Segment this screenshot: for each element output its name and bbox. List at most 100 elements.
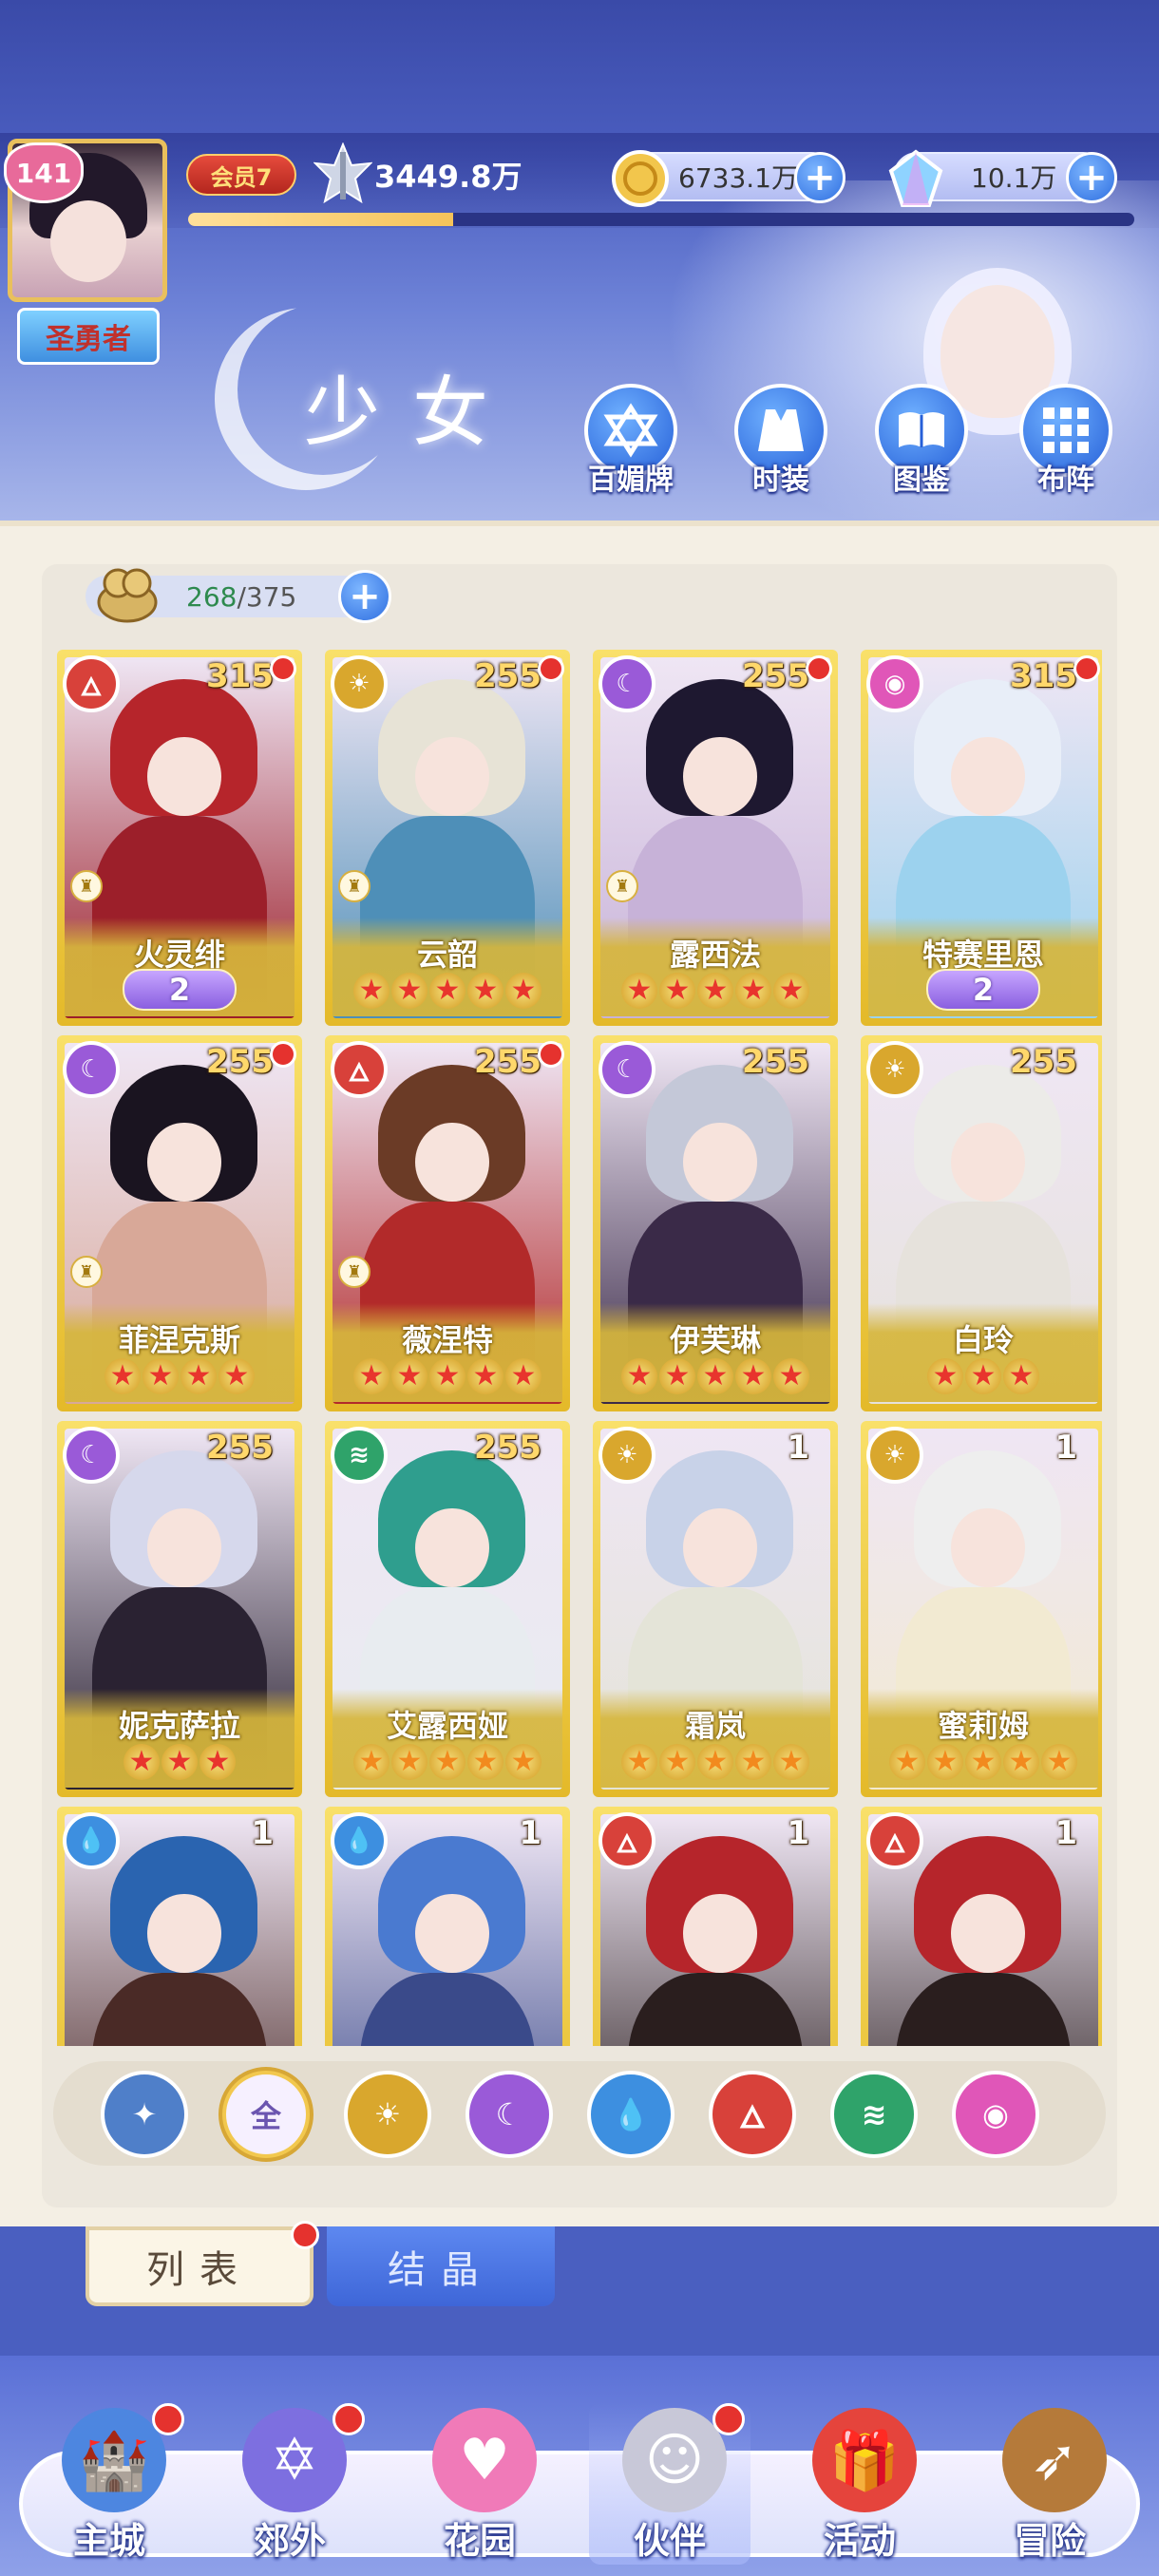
vip-badge[interactable]: 会员7 <box>186 154 296 196</box>
portrait-face <box>683 1893 757 1974</box>
character-level: 255 <box>474 1043 542 1081</box>
star-icon: ★ <box>773 1358 809 1394</box>
bottom-nav-portal[interactable]: ✡ 郊外 <box>209 2403 370 2565</box>
element-filter-bar: ✦ 全 ☀ ☾ 💧 🜂 ≋ ◉ <box>53 2061 1106 2166</box>
portrait-face <box>415 736 489 817</box>
partner-icon-glyph: ☺ <box>622 2408 727 2512</box>
portrait-body <box>896 1973 1071 2046</box>
bottom-nav-heart[interactable]: ♥ 花园 <box>399 2403 560 2565</box>
nav-formation-button[interactable]: 布阵 <box>1013 384 1119 497</box>
star-rating: ★ ★ ★ ★ ★ <box>593 1358 838 1394</box>
character-card[interactable]: ☀ 255 白玲 ★ ★ ★ <box>861 1035 1102 1411</box>
notification-dot <box>152 2403 184 2435</box>
avatar-face <box>50 200 126 282</box>
star-icon: ★ <box>505 1358 542 1394</box>
portrait-face <box>683 736 757 817</box>
compass-icon-glyph: ➶ <box>1002 2408 1107 2512</box>
star-icon: ★ <box>124 1744 160 1780</box>
star-up-icon: ✦ <box>131 2096 158 2132</box>
nav-book-button[interactable]: 图鉴 <box>868 384 975 497</box>
bottom-nav-compass[interactable]: ➶ 冒险 <box>969 2403 1130 2565</box>
portrait-face <box>951 1122 1025 1203</box>
bottom-nav-gift[interactable]: 🎁 活动 <box>779 2403 940 2565</box>
notification-dot <box>806 655 832 682</box>
heart-icon: ♥ <box>428 2403 542 2517</box>
gem-amount: 10.1万 <box>971 162 1057 194</box>
character-card[interactable]: ◉ 315 特赛里恩 2 <box>861 650 1102 1026</box>
portrait-face <box>147 736 221 817</box>
bottom-nav-castle[interactable]: 🏰 主城 <box>28 2403 190 2565</box>
star-icon: ★ <box>621 1744 657 1780</box>
character-card[interactable]: 💧 1 <box>325 1807 570 2046</box>
player-title-badge[interactable]: 圣勇者 <box>17 308 160 365</box>
bottom-nav-label: 伙伴 <box>633 2520 706 2562</box>
filter-wind-button[interactable]: ≋ <box>830 2071 918 2158</box>
star-icon: ★ <box>467 1358 504 1394</box>
tab-list[interactable]: 列表 <box>86 2221 319 2306</box>
star-icon: ★ <box>697 1744 733 1780</box>
tab-crystal[interactable]: 结晶 <box>327 2226 555 2306</box>
character-name: 伊芙琳 <box>669 1322 761 1358</box>
star-icon: ★ <box>429 1744 466 1780</box>
capacity-count: 268/375 <box>186 576 296 617</box>
character-card[interactable]: ☀ 1 蜜莉姆 ★ ★ ★ ★ ★ <box>861 1421 1102 1797</box>
notification-dot <box>538 1041 564 1068</box>
power-sword-icon <box>314 142 372 209</box>
character-level: 1 <box>787 1429 809 1467</box>
character-level: 255 <box>474 1429 542 1467</box>
character-card[interactable]: 🜂 315 ♜ 火灵绯 2 <box>57 650 302 1026</box>
character-name: 白玲 <box>952 1322 1014 1358</box>
filter-light-button[interactable]: ☀ <box>344 2071 431 2158</box>
portrait-face <box>951 736 1025 817</box>
star-icon: ★ <box>697 973 733 1009</box>
star-icon: ★ <box>735 1744 771 1780</box>
crystal-gem-icon <box>885 148 946 209</box>
compass-icon: ➶ <box>998 2403 1112 2517</box>
portrait-body <box>360 1973 535 2046</box>
character-name: 蜜莉姆 <box>937 1708 1029 1744</box>
star-icon: ★ <box>621 1358 657 1394</box>
character-card[interactable]: ☾ 255 ♜ 露西法 ★ ★ ★ ★ ★ <box>593 650 838 1026</box>
exp-bar <box>188 213 1134 226</box>
add-gold-button[interactable]: + <box>794 152 846 203</box>
nav-outfit-button[interactable]: 时装 <box>728 384 834 497</box>
character-card[interactable]: 🜂 255 ♜ 薇涅特 ★ ★ ★ ★ ★ <box>325 1035 570 1411</box>
star-rating: ★ ★ ★ ★ ★ <box>325 1358 570 1394</box>
filter-fire-button[interactable]: 🜂 <box>709 2071 796 2158</box>
character-card[interactable]: ☾ 255 伊芙琳 ★ ★ ★ ★ ★ <box>593 1035 838 1411</box>
roster-capacity: 268/375 + <box>48 568 391 623</box>
fire-icon: 🜂 <box>739 2098 766 2135</box>
element-moon-icon: ☾ <box>63 1041 120 1098</box>
portrait-face <box>415 1122 489 1203</box>
character-card[interactable]: 🜂 1 <box>593 1807 838 2046</box>
orbit-icon: ◉ <box>982 2096 1009 2132</box>
character-name: 妮克萨拉 <box>118 1708 240 1744</box>
filter-neutral-button[interactable]: ✦ <box>101 2071 188 2158</box>
star-icon: ★ <box>735 973 771 1009</box>
portrait-face <box>683 1507 757 1588</box>
expand-roster-button[interactable]: + <box>338 570 391 623</box>
character-card[interactable]: ☾ 255 ♜ 菲涅克斯 ★ ★ ★ ★ <box>57 1035 302 1411</box>
character-level: 1 <box>519 1814 542 1852</box>
add-gem-button[interactable]: + <box>1066 152 1117 203</box>
character-card[interactable]: ☀ 1 霜岚 ★ ★ ★ ★ ★ <box>593 1421 838 1797</box>
chess-rook-icon: ♜ <box>70 870 103 902</box>
filter-dark-button[interactable]: ☾ <box>466 2071 553 2158</box>
character-card[interactable]: 🜂 1 <box>861 1807 1102 2046</box>
character-level: 315 <box>206 657 274 695</box>
character-name: 菲涅克斯 <box>118 1322 240 1358</box>
bottom-nav-partner[interactable]: ☺ 伙伴 <box>589 2403 750 2565</box>
nav-card-deck-button[interactable]: 百媚牌 <box>578 384 684 497</box>
character-level: 315 <box>1010 657 1077 695</box>
filter-water-button[interactable]: 💧 <box>587 2071 674 2158</box>
portrait-face <box>951 1507 1025 1588</box>
character-card[interactable]: ☀ 255 ♜ 云韶 ★ ★ ★ ★ ★ <box>325 650 570 1026</box>
character-level: 1 <box>1054 1814 1077 1852</box>
character-card[interactable]: 💧 1 <box>57 1807 302 2046</box>
character-name: 霜岚 <box>684 1708 746 1744</box>
portal-icon-glyph: ✡ <box>242 2408 347 2512</box>
filter-all-button[interactable]: 全 <box>222 2071 310 2158</box>
filter-psychic-button[interactable]: ◉ <box>952 2071 1039 2158</box>
character-card[interactable]: ≋ 255 艾露西娅 ★ ★ ★ ★ ★ <box>325 1421 570 1797</box>
character-card[interactable]: ☾ 255 妮克萨拉 ★ ★ ★ <box>57 1421 302 1797</box>
